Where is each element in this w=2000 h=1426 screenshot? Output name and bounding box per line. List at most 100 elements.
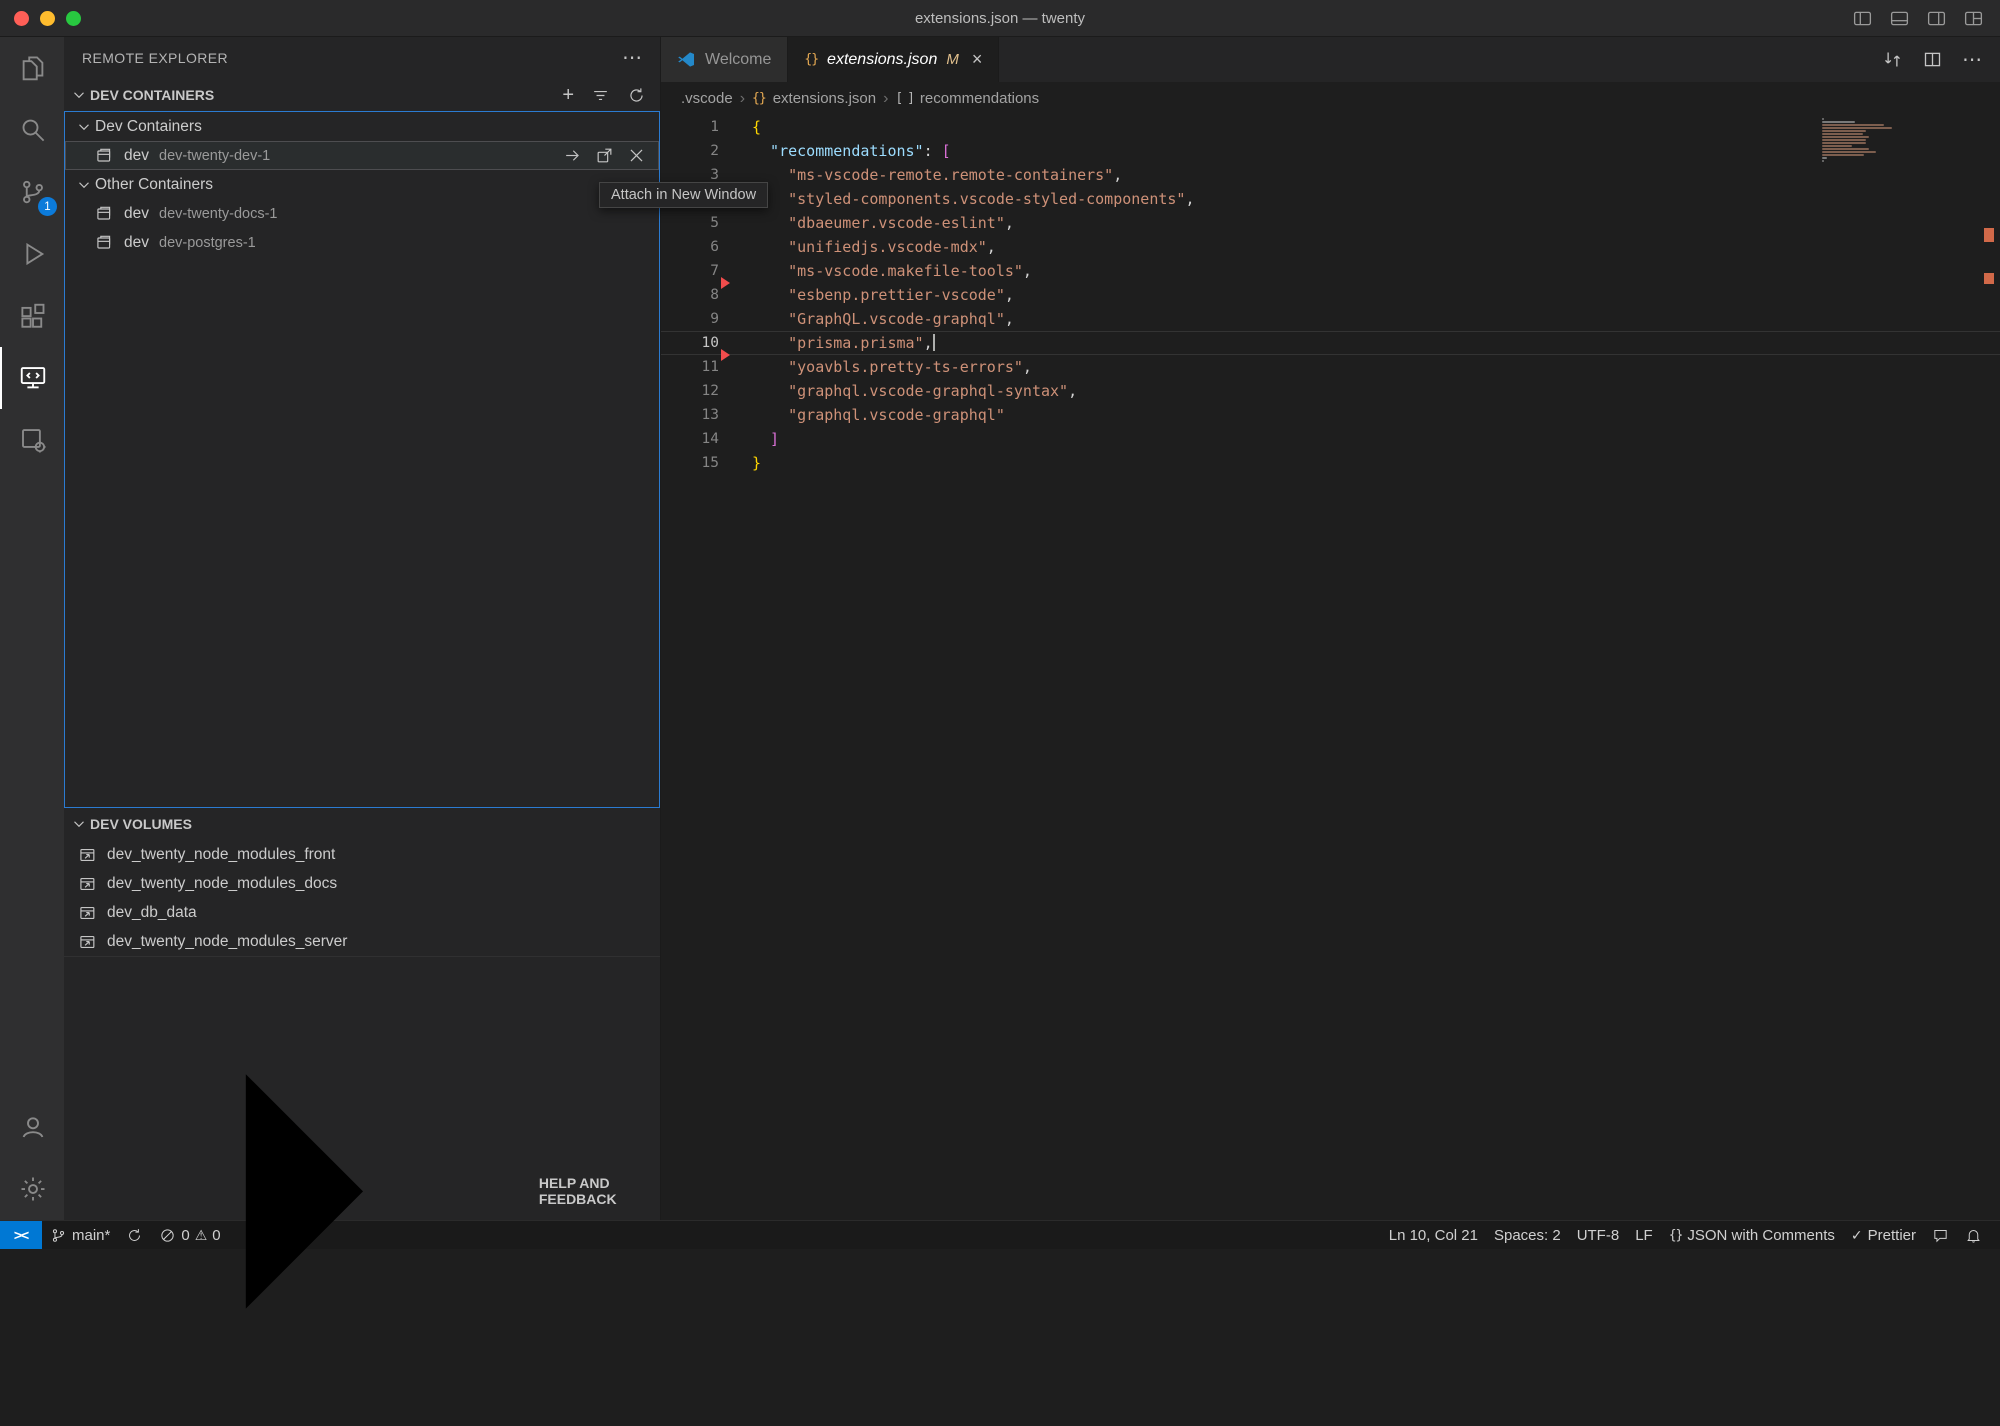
toggle-primary-sidebar-icon[interactable]	[1852, 8, 1873, 29]
more-actions-icon[interactable]: ⋯	[1962, 47, 1982, 72]
volume-item[interactable]: dev_db_data	[64, 898, 660, 927]
attach-in-new-window-icon[interactable]	[595, 146, 614, 165]
code-editor[interactable]: 1{2"recommendations": [3"ms-vscode-remot…	[661, 115, 2000, 1220]
eol-status[interactable]: LF	[1627, 1221, 1661, 1249]
sidebar-item-dev-containers[interactable]	[0, 409, 64, 471]
refresh-icon[interactable]	[627, 86, 646, 105]
formatter-status[interactable]: ✓ Prettier	[1843, 1221, 1924, 1249]
accounts-button[interactable]	[0, 1096, 64, 1158]
close-tab-icon[interactable]: ×	[972, 49, 983, 70]
attach-shell-icon[interactable]	[563, 146, 582, 165]
breadcrumb-separator: ›	[740, 90, 745, 108]
line-number[interactable]: 2	[661, 139, 719, 163]
sidebar-item-search[interactable]	[0, 99, 64, 161]
close-window-button[interactable]	[14, 11, 29, 26]
volume-item[interactable]: dev_twenty_node_modules_server	[64, 927, 660, 956]
line-number[interactable]: 15	[661, 451, 719, 475]
eol: LF	[1635, 1227, 1653, 1244]
encoding-status[interactable]: UTF-8	[1569, 1221, 1628, 1249]
code-line[interactable]: 6"unifiedjs.vscode-mdx",	[661, 235, 2000, 259]
line-number[interactable]: 5	[661, 211, 719, 235]
add-container-icon[interactable]: +	[562, 84, 574, 107]
container-icon	[95, 204, 115, 224]
indentation-status[interactable]: Spaces: 2	[1486, 1221, 1569, 1249]
chevron-down-icon	[70, 86, 88, 104]
customize-layout-icon[interactable]	[1963, 8, 1984, 29]
split-editor-icon[interactable]	[1922, 49, 1943, 70]
sidebar-item-explorer[interactable]	[0, 37, 64, 99]
tree-item-dev-twenty-dev-1[interactable]: dev dev-twenty-dev-1	[65, 141, 659, 170]
git-modified-badge: M	[946, 51, 959, 68]
language-mode-status[interactable]: {} JSON with Comments	[1661, 1221, 1843, 1249]
code-line[interactable]: 12"graphql.vscode-graphql-syntax",	[661, 379, 2000, 403]
sidebar-item-extensions[interactable]	[0, 285, 64, 347]
code-line[interactable]: 15}	[661, 451, 2000, 475]
section-header-dev-volumes[interactable]: DEV VOLUMES	[64, 808, 660, 840]
code-line[interactable]: 10"prisma.prisma",	[661, 331, 2000, 355]
toggle-panel-icon[interactable]	[1889, 8, 1910, 29]
line-content: "dbaeumer.vscode-eslint",	[719, 211, 1014, 235]
code-line[interactable]: 3"ms-vscode-remote.remote-containers",	[661, 163, 2000, 187]
line-number[interactable]: 8	[661, 283, 719, 307]
breadcrumb: .vscode › {} extensions.json › [ ] recom…	[661, 82, 2000, 115]
close-icon[interactable]	[627, 146, 646, 165]
code-line[interactable]: 14]	[661, 427, 2000, 451]
minimap-line	[1822, 139, 1866, 141]
breadcrumb-symbol[interactable]: recommendations	[920, 90, 1039, 107]
line-number[interactable]: 14	[661, 427, 719, 451]
line-number[interactable]: 12	[661, 379, 719, 403]
volume-icon	[78, 903, 98, 923]
sidebar-item-run-debug[interactable]	[0, 223, 64, 285]
volume-item[interactable]: dev_twenty_node_modules_front	[64, 840, 660, 869]
code-line[interactable]: 7"ms-vscode.makefile-tools",	[661, 259, 2000, 283]
remote-icon: ><	[14, 1227, 28, 1243]
code-line[interactable]: 4"styled-components.vscode-styled-compon…	[661, 187, 2000, 211]
tree-item-dev-postgres-1[interactable]: dev dev-postgres-1	[65, 228, 659, 257]
tree-group-dev-containers[interactable]: Dev Containers	[65, 112, 659, 141]
container-name: dev	[124, 205, 149, 223]
tree-item-dev-twenty-docs-1[interactable]: dev dev-twenty-docs-1	[65, 199, 659, 228]
line-number[interactable]: 11	[661, 355, 719, 379]
breadcrumb-folder[interactable]: .vscode	[681, 90, 733, 107]
sidebar-more-actions-icon[interactable]: ⋯	[622, 53, 642, 63]
notifications-button[interactable]	[1957, 1221, 1990, 1249]
section-header-help-and-feedback[interactable]: HELP AND FEEDBACK	[64, 956, 660, 1426]
code-line[interactable]: 1{	[661, 115, 2000, 139]
line-number[interactable]: 13	[661, 403, 719, 427]
section-header-dev-containers[interactable]: DEV CONTAINERS +	[64, 79, 660, 111]
feedback-button[interactable]	[1924, 1221, 1957, 1249]
code-line[interactable]: 5"dbaeumer.vscode-eslint",	[661, 211, 2000, 235]
line-number[interactable]: 1	[661, 115, 719, 139]
minimize-window-button[interactable]	[40, 11, 55, 26]
cursor-position: Ln 10, Col 21	[1389, 1227, 1478, 1244]
breadcrumb-file[interactable]: extensions.json	[773, 90, 876, 107]
line-number[interactable]: 7	[661, 259, 719, 283]
tab-welcome[interactable]: Welcome	[661, 37, 788, 82]
code-line[interactable]: 13"graphql.vscode-graphql"	[661, 403, 2000, 427]
gear-icon	[18, 1174, 48, 1204]
code-line[interactable]: 9"GraphQL.vscode-graphql",	[661, 307, 2000, 331]
breadcrumb-separator: ›	[883, 90, 888, 108]
settings-button[interactable]	[0, 1158, 64, 1220]
dev-volumes-list: dev_twenty_node_modules_front dev_twenty…	[64, 840, 660, 956]
sidebar-item-source-control[interactable]: 1	[0, 161, 64, 223]
cursor-position-status[interactable]: Ln 10, Col 21	[1381, 1221, 1486, 1249]
toggle-secondary-sidebar-icon[interactable]	[1926, 8, 1947, 29]
line-number[interactable]: 6	[661, 235, 719, 259]
filter-icon[interactable]	[591, 86, 610, 105]
line-number[interactable]: 9	[661, 307, 719, 331]
container-icon	[95, 233, 115, 253]
sidebar-item-remote-explorer[interactable]	[0, 347, 64, 409]
volume-item[interactable]: dev_twenty_node_modules_docs	[64, 869, 660, 898]
code-line[interactable]: 8"esbenp.prettier-vscode",	[661, 283, 2000, 307]
tree-group-other-containers[interactable]: Other Containers	[65, 170, 659, 199]
minimap[interactable]	[1822, 118, 1894, 163]
tree-group-label: Other Containers	[95, 176, 213, 194]
code-line[interactable]: 11"yoavbls.pretty-ts-errors",	[661, 355, 2000, 379]
tab-extensions-json[interactable]: {} extensions.json M ×	[788, 37, 999, 82]
open-changes-icon[interactable]	[1882, 49, 1903, 70]
remote-indicator[interactable]: ><	[0, 1221, 42, 1249]
zoom-window-button[interactable]	[66, 11, 81, 26]
line-number[interactable]: 10	[661, 331, 719, 355]
code-line[interactable]: 2"recommendations": [	[661, 139, 2000, 163]
